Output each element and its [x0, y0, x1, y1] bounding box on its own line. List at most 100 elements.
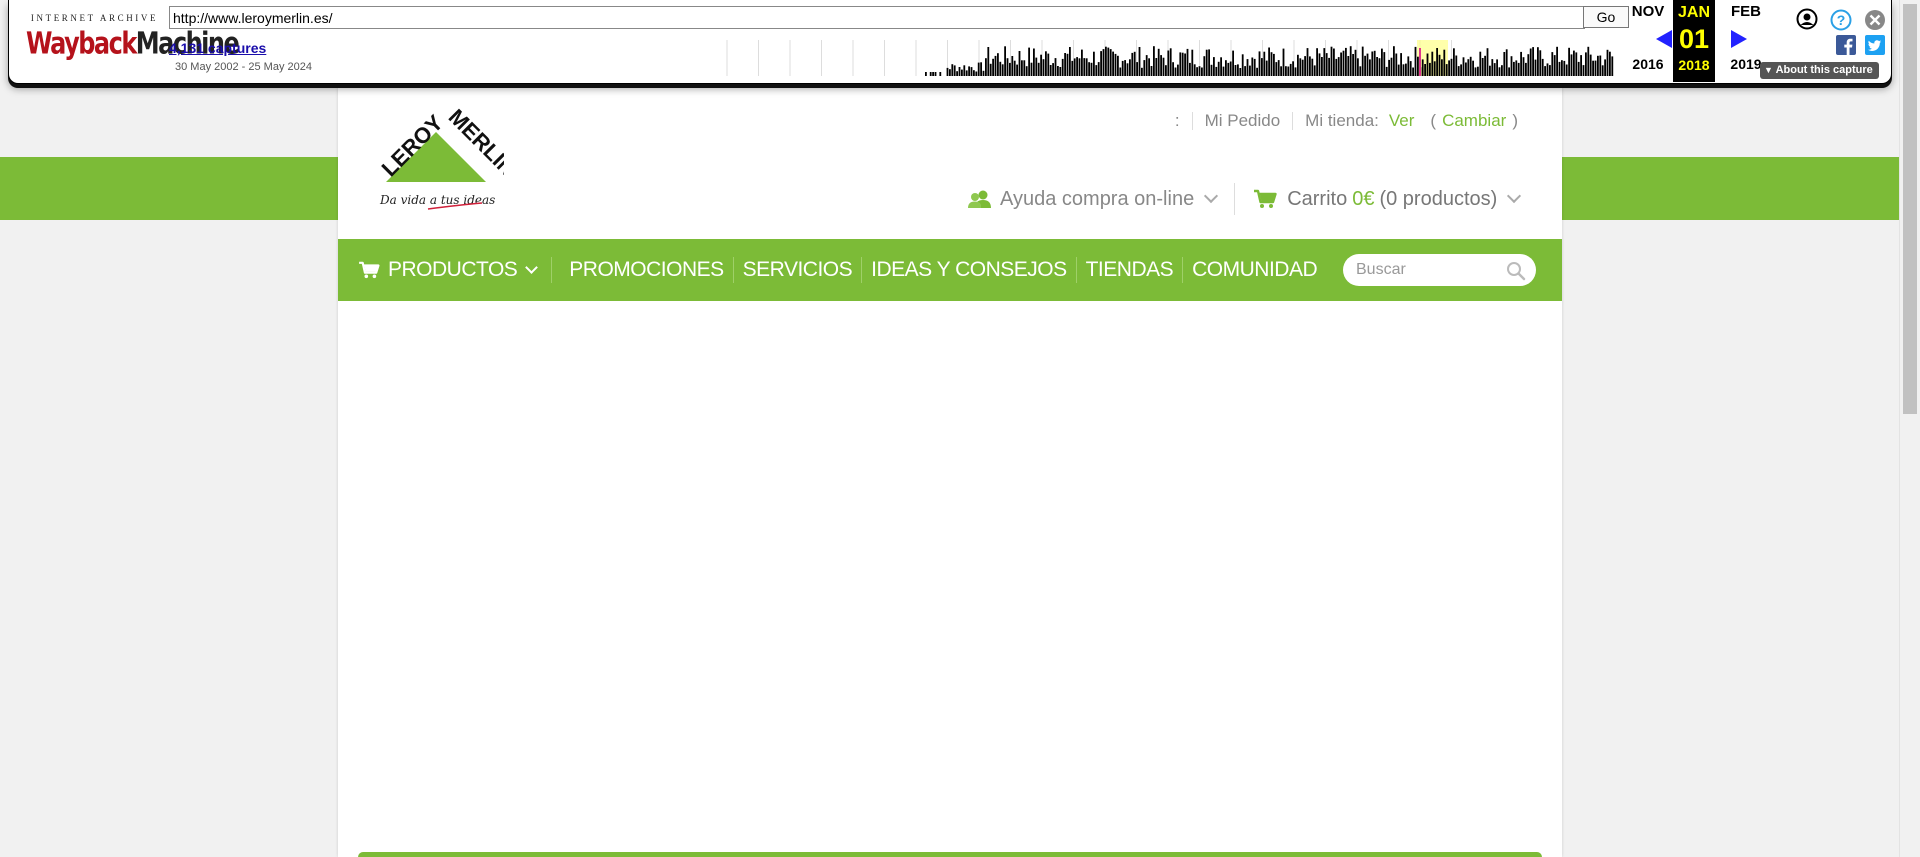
capture-bar [1145, 55, 1148, 76]
capture-bar [958, 67, 961, 76]
next-capture-arrow-icon[interactable] [1731, 30, 1747, 48]
help-icon[interactable]: ? [1830, 9, 1852, 31]
capture-bar [1306, 48, 1309, 76]
capture-bar [982, 70, 985, 76]
capture-bar [1121, 60, 1124, 76]
capture-bar [1085, 58, 1088, 76]
capture-bar [1237, 64, 1239, 76]
main-nav: PRODUCTOS PROMOCIONES SERVICIOS IDEAS Y … [338, 239, 1562, 301]
capture-bar [1097, 62, 1100, 76]
capture-bar [1117, 55, 1119, 76]
capture-bar [1597, 55, 1599, 76]
capture-bar [1397, 64, 1400, 76]
captures-link[interactable]: 4,131 captures [169, 40, 266, 56]
about-capture-label: About this capture [1775, 64, 1873, 76]
capture-bar [1177, 64, 1179, 76]
capture-bar [1083, 58, 1086, 76]
prev-year[interactable]: 2016 [1625, 56, 1671, 72]
capture-bar [1213, 57, 1215, 76]
capture-bar [1501, 65, 1503, 76]
nav-promociones[interactable]: PROMOCIONES [552, 239, 732, 301]
capture-bar [946, 67, 949, 76]
nav-ideas-y-consejos[interactable]: IDEAS Y CONSEJOS [862, 239, 1075, 301]
page-scrollbar[interactable] [1899, 0, 1920, 857]
capture-sparkline[interactable] [725, 40, 1617, 76]
content-green-strip [358, 852, 1542, 857]
capture-bar [1057, 66, 1059, 76]
capture-bar [1486, 48, 1489, 76]
facebook-icon[interactable] [1836, 35, 1856, 55]
wayback-go-button[interactable]: Go [1583, 6, 1629, 28]
capture-bar [1285, 66, 1287, 76]
capture-bar [1477, 66, 1479, 76]
twitter-icon[interactable] [1865, 35, 1885, 55]
capture-bar [1167, 50, 1170, 76]
capture-bar [1076, 57, 1078, 76]
help-cart-bar: Ayuda compra on-line Carrito 0€ (0 produ… [968, 182, 1522, 216]
capture-bar [1244, 66, 1246, 76]
capture-bar [1035, 57, 1038, 76]
capture-bar [999, 61, 1002, 76]
wayback-url-input[interactable] [169, 6, 1585, 29]
capture-bar [975, 71, 978, 76]
wayback-toolbar: INTERNET ARCHIVE WaybackMachine Go 4,131… [8, 0, 1892, 84]
capture-bar [1352, 54, 1354, 76]
capture-bar [1316, 48, 1318, 76]
cart-count: (0 productos) [1379, 187, 1498, 210]
capture-bar [1558, 61, 1561, 76]
prev-capture-arrow-icon[interactable] [1656, 30, 1672, 48]
capture-bar [1393, 46, 1395, 76]
capture-bar [1498, 67, 1501, 76]
capture-bar [1009, 62, 1011, 76]
nav-tiendas[interactable]: TIENDAS [1077, 239, 1183, 301]
capture-bar [1395, 53, 1398, 76]
capture-bar [1340, 52, 1342, 76]
prev-month[interactable]: NOV [1625, 3, 1671, 20]
capture-bar [1330, 46, 1333, 76]
capture-bar [1030, 62, 1033, 76]
capture-bar [1532, 47, 1534, 76]
nav-cart-icon [359, 261, 380, 279]
capture-bar [994, 55, 997, 76]
nav-comunidad[interactable]: COMUNIDAD [1183, 239, 1326, 301]
nav-servicios[interactable]: SERVICIOS [734, 239, 861, 301]
close-icon[interactable] [1864, 9, 1886, 31]
capture-bar [1181, 52, 1184, 76]
search-input[interactable] [1343, 254, 1493, 286]
capture-bar [973, 70, 975, 76]
capture-bar [1217, 61, 1220, 76]
capture-bar [1289, 63, 1292, 76]
help-dropdown[interactable]: Ayuda compra on-line [968, 188, 1219, 211]
cart-chevron-down-icon [1507, 188, 1522, 204]
ver-tienda-link[interactable]: Ver [1389, 111, 1415, 131]
capture-bar [965, 70, 968, 76]
about-capture-button[interactable]: ▼ About this capture [1760, 62, 1879, 79]
capture-bar [1551, 52, 1554, 76]
capture-bar [1385, 66, 1388, 76]
capture-bar [1023, 60, 1026, 76]
nav-productos[interactable]: PRODUCTOS [338, 239, 545, 301]
search-icon[interactable] [1506, 261, 1526, 281]
capture-bar [1546, 63, 1549, 76]
user-account-icon[interactable] [1796, 8, 1818, 30]
capture-bar [1100, 51, 1102, 76]
wayback-logo[interactable]: INTERNET ARCHIVE WaybackMachine [26, 13, 240, 63]
cart-dropdown[interactable]: Carrito 0€ (0 productos) [1253, 187, 1522, 211]
current-year: 2018 [1678, 57, 1710, 73]
capture-bar [1311, 58, 1314, 76]
capture-bar [1402, 64, 1405, 76]
capture-bar [1503, 52, 1506, 76]
capture-bar [1215, 66, 1218, 76]
capture-bar [1489, 65, 1491, 76]
cambiar-tienda-link[interactable]: Cambiar [1442, 111, 1506, 131]
capture-bar [1587, 46, 1590, 76]
capture-bar [1138, 47, 1141, 76]
leroy-merlin-logo[interactable]: LEROY MERLIN Da vida a tus ideas [364, 104, 504, 214]
scrollbar-thumb[interactable] [1903, 4, 1917, 414]
capture-bar [1484, 55, 1486, 76]
mi-pedido-link[interactable]: Mi Pedido [1205, 111, 1281, 131]
capture-bar [1093, 51, 1095, 76]
next-month[interactable]: FEB [1723, 3, 1769, 20]
capture-bar [1313, 65, 1316, 76]
capture-bar [1124, 60, 1126, 76]
